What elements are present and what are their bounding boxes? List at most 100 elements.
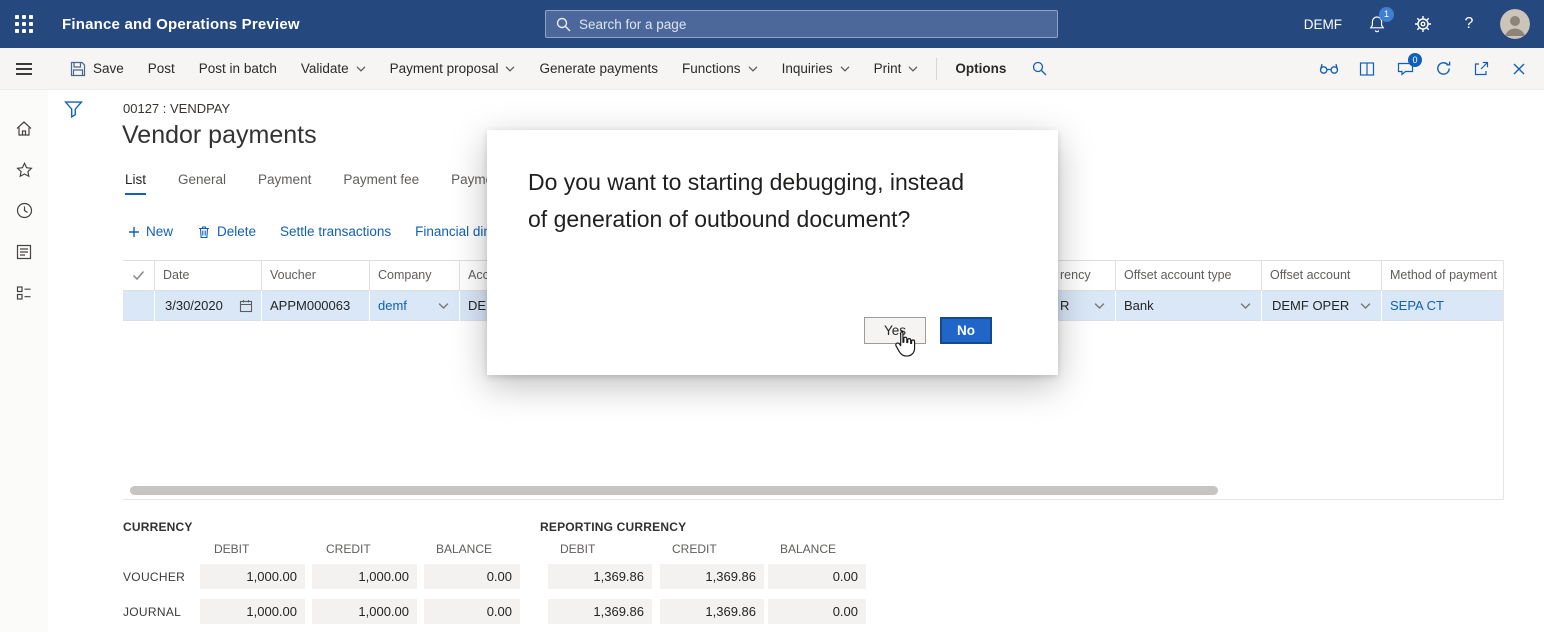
check-icon: [132, 270, 145, 281]
currency-voucher-balance: 0.00: [424, 564, 520, 589]
generate-payments-button[interactable]: Generate payments: [527, 48, 670, 90]
post-button[interactable]: Post: [136, 48, 187, 90]
company-link[interactable]: demf: [378, 298, 407, 313]
rail-item-favorites[interactable]: [0, 149, 48, 190]
rail-item-home[interactable]: [0, 108, 48, 149]
col-header-company[interactable]: Company: [370, 261, 460, 290]
tab-general[interactable]: General: [178, 172, 226, 195]
refresh-icon: [1435, 60, 1452, 77]
select-all-checkbox[interactable]: [123, 261, 155, 290]
rail-item-forms[interactable]: [0, 231, 48, 272]
grid-action-bar: New Delete Settle transactions Financial…: [128, 224, 541, 239]
date-value: 3/30/2020: [165, 298, 223, 313]
no-button[interactable]: No: [940, 317, 992, 344]
settle-transactions-button[interactable]: Settle transactions: [280, 224, 391, 239]
book-icon: [1359, 61, 1375, 77]
cell-voucher[interactable]: APPM000063: [262, 291, 370, 321]
commandbar-search-button[interactable]: [1018, 61, 1061, 76]
company-label: DEMF: [1292, 17, 1354, 32]
settle-label: Settle transactions: [280, 224, 391, 239]
delete-label: Delete: [217, 224, 256, 239]
method-of-payment-link[interactable]: SEPA CT: [1390, 298, 1444, 313]
waffle-icon: [15, 15, 33, 33]
currency-journal-debit: 1,000.00: [200, 599, 305, 624]
options-button[interactable]: Options: [943, 48, 1018, 90]
payment-proposal-menu[interactable]: Payment proposal: [378, 48, 528, 90]
horizontal-scrollbar[interactable]: [123, 486, 1503, 496]
nav-toggle-button[interactable]: [0, 48, 48, 90]
tab-payment[interactable]: Payment: [258, 172, 311, 195]
chevron-down-icon[interactable]: [1240, 303, 1251, 310]
chevron-down-icon[interactable]: [1360, 303, 1371, 310]
col-header-voucher[interactable]: Voucher: [262, 261, 370, 290]
currency-voucher-credit: 1,000.00: [312, 564, 417, 589]
global-search-input[interactable]: [579, 17, 1047, 32]
post-in-batch-button[interactable]: Post in batch: [187, 48, 289, 90]
waffle-menu[interactable]: [0, 0, 48, 48]
messages-button[interactable]: 0: [1390, 54, 1420, 84]
cell-method-of-payment[interactable]: SEPA CT: [1382, 291, 1504, 321]
app-title: Finance and Operations Preview: [62, 16, 300, 33]
company-picker[interactable]: DEMF: [1292, 0, 1354, 48]
row-checkbox[interactable]: [123, 291, 155, 321]
account-button[interactable]: [1492, 0, 1538, 48]
currency-debit-header: DEBIT: [214, 542, 249, 556]
cell-offset-account-type[interactable]: Bank: [1116, 291, 1262, 321]
col-header-date[interactable]: Date: [155, 261, 262, 290]
cell-date[interactable]: 3/30/2020: [155, 291, 262, 321]
save-button[interactable]: Save: [58, 48, 136, 90]
notifications-button[interactable]: 1: [1354, 0, 1400, 48]
rail-item-workspaces[interactable]: [0, 272, 48, 313]
reporting-journal-debit: 1,369.86: [548, 599, 652, 624]
yes-button[interactable]: Yes: [864, 317, 926, 344]
help-button[interactable]: ?: [1446, 0, 1492, 48]
delete-button[interactable]: Delete: [197, 224, 256, 239]
calendar-icon[interactable]: [239, 299, 253, 313]
currency-section-title: CURRENCY: [123, 520, 193, 534]
settings-button[interactable]: [1400, 0, 1446, 48]
refresh-button[interactable]: [1428, 54, 1458, 84]
functions-menu[interactable]: Functions: [670, 48, 770, 90]
reporting-credit-header: CREDIT: [672, 542, 717, 556]
global-search[interactable]: [545, 10, 1058, 38]
cell-offset-account[interactable]: DEMF OPER: [1262, 291, 1382, 321]
reporting-journal-credit: 1,369.86: [660, 599, 764, 624]
scrollbar-thumb[interactable]: [130, 486, 1218, 495]
inquiries-menu[interactable]: Inquiries: [770, 48, 862, 90]
options-label: Options: [955, 61, 1006, 76]
col-header-method-of-payment[interactable]: Method of payment: [1382, 261, 1504, 290]
rail-item-recent[interactable]: [0, 190, 48, 231]
reporting-journal-balance: 0.00: [768, 599, 866, 624]
open-in-new-window-button[interactable]: [1466, 54, 1496, 84]
new-button[interactable]: New: [128, 224, 173, 239]
chevron-down-icon: [840, 66, 850, 72]
filter-button[interactable]: [64, 100, 83, 119]
page-title: Vendor payments: [122, 121, 317, 150]
chevron-down-icon: [748, 66, 758, 72]
close-icon: [1512, 62, 1526, 76]
avatar: [1500, 9, 1530, 39]
col-header-offset-account-type[interactable]: Offset account type: [1116, 261, 1262, 290]
currency-journal-balance: 0.00: [424, 599, 520, 624]
command-bar: Save Post Post in batch Validate Payment…: [48, 48, 1544, 90]
tab-list[interactable]: List: [125, 172, 146, 195]
tab-payment-fee[interactable]: Payment fee: [343, 172, 419, 195]
validate-menu[interactable]: Validate: [289, 48, 378, 90]
print-menu[interactable]: Print: [862, 48, 931, 90]
companion-pane-button[interactable]: [1352, 54, 1382, 84]
command-bar-right: 0: [1314, 54, 1544, 84]
print-label: Print: [874, 61, 902, 76]
hierarchy-icon: [16, 285, 32, 301]
show-related-button[interactable]: [1314, 54, 1344, 84]
col-header-offset-account[interactable]: Offset account: [1262, 261, 1382, 290]
home-icon: [15, 120, 33, 137]
reporting-debit-header: DEBIT: [560, 542, 595, 556]
funnel-icon: [64, 100, 83, 119]
chevron-down-icon[interactable]: [1094, 303, 1105, 310]
close-page-button[interactable]: [1504, 54, 1534, 84]
clock-icon: [16, 202, 33, 219]
cell-company[interactable]: demf: [370, 291, 460, 321]
star-icon: [16, 162, 33, 178]
post-in-batch-label: Post in batch: [199, 61, 277, 76]
chevron-down-icon[interactable]: [438, 303, 449, 310]
